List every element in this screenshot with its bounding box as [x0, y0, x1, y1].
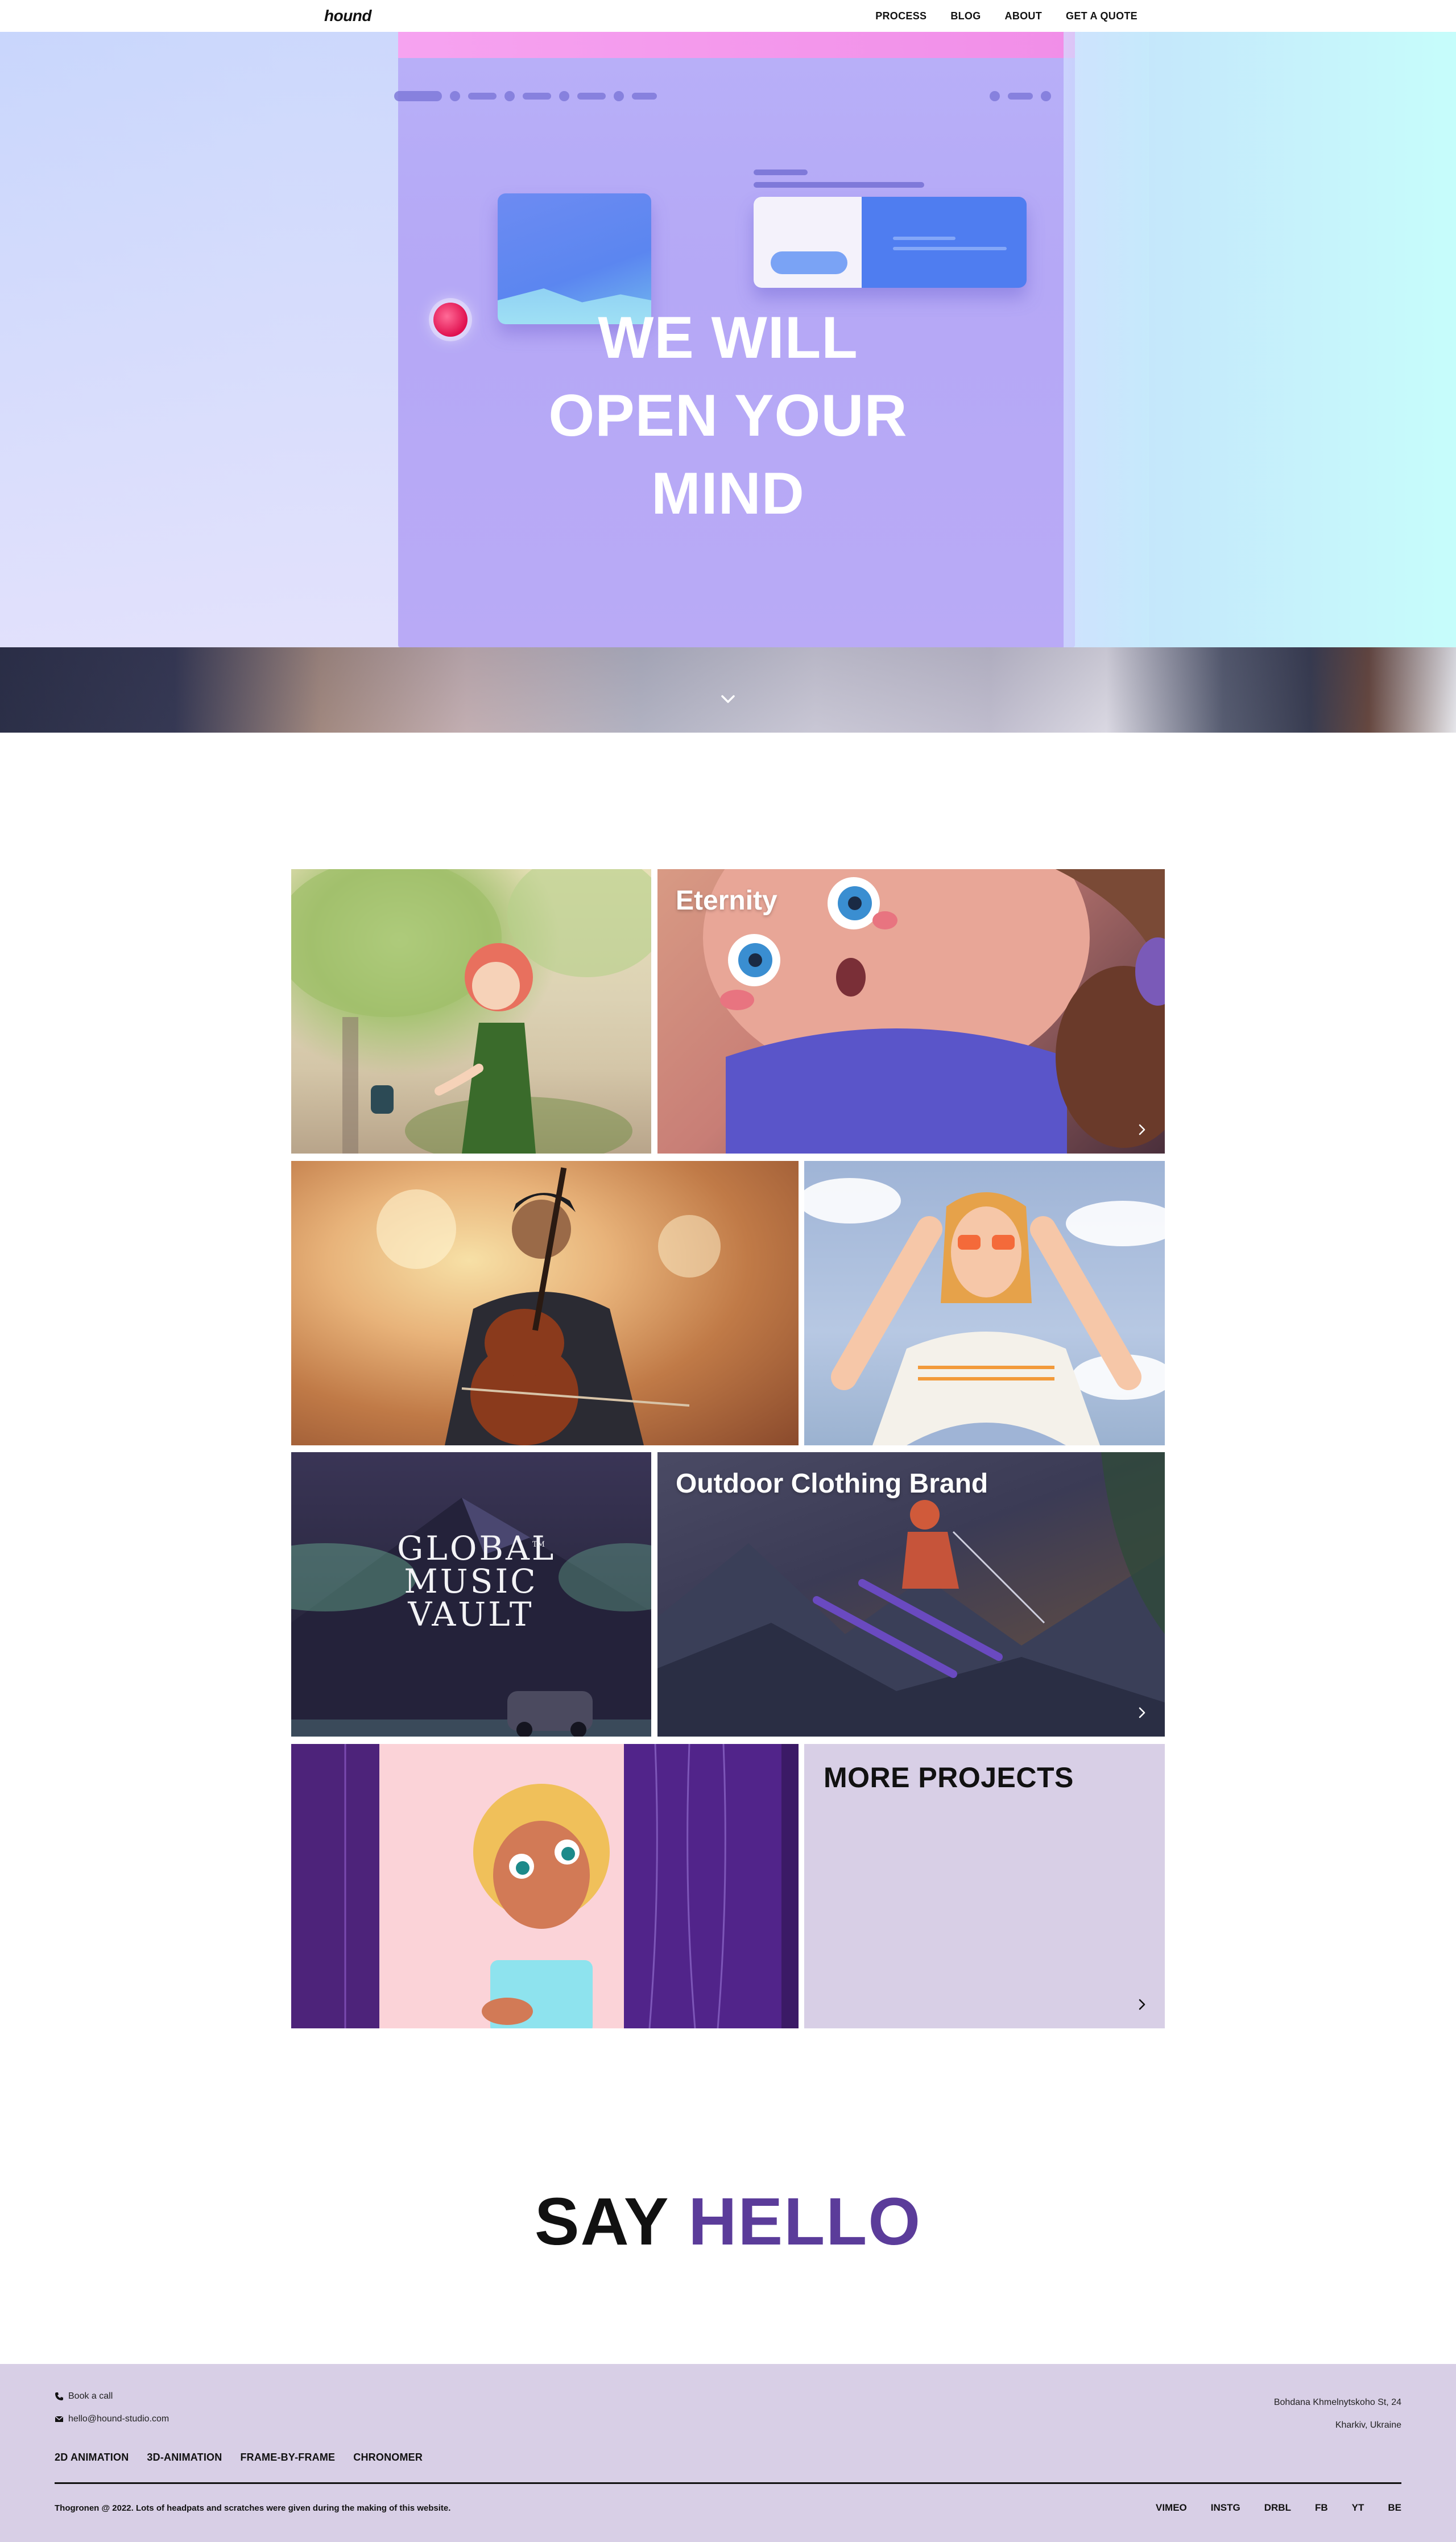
service-link-chronomer[interactable]: CHRONOMER — [353, 2452, 423, 2464]
chevron-right-icon[interactable] — [1135, 1706, 1149, 1720]
footer-copyright: Thogronen @ 2022. Lots of headpats and s… — [55, 2503, 451, 2513]
global-music-vault-logo: GLOBAL MUSIC VAULT TM — [397, 1529, 556, 1634]
hero-video-strip — [0, 647, 1456, 733]
project-title: Eternity — [676, 886, 777, 916]
hero-machine-top — [398, 32, 1075, 58]
project-tile-outdoor-clothing-brand[interactable]: Outdoor Clothing Brand — [657, 1452, 1165, 1737]
hero-ui-pills-left — [394, 91, 657, 101]
book-a-call-link[interactable]: Book a call — [55, 2391, 169, 2402]
logo[interactable]: hound — [324, 7, 372, 25]
social-link-youtube[interactable]: YT — [1352, 2502, 1364, 2514]
say-hello-heading[interactable]: SAY HELLO — [0, 2183, 1456, 2260]
project-tile[interactable] — [291, 1161, 799, 1445]
project-tile-eternity[interactable]: Eternity — [657, 869, 1165, 1154]
nav-link-process[interactable]: PROCESS — [875, 10, 926, 22]
hero-title: WE WILL OPEN YOUR MIND — [548, 305, 908, 527]
nav-link-about[interactable]: ABOUT — [1005, 10, 1043, 22]
chevron-right-icon[interactable] — [1135, 1998, 1149, 2011]
nav-links: PROCESS BLOG ABOUT GET A QUOTE — [875, 10, 1138, 22]
nav-link-get-a-quote[interactable]: GET A QUOTE — [1066, 10, 1138, 22]
project-thumbnail — [804, 1178, 1165, 1445]
social-link-facebook[interactable]: FB — [1315, 2502, 1328, 2514]
envelope-icon — [55, 2416, 64, 2422]
nav-link-blog[interactable]: BLOG — [950, 10, 981, 22]
top-nav: hound PROCESS BLOG ABOUT GET A QUOTE — [0, 0, 1456, 32]
hero-machine-side — [1064, 32, 1149, 647]
footer-contact: Book a call hello@hound-studio.com — [55, 2391, 169, 2437]
chevron-down-icon[interactable] — [719, 691, 737, 708]
project-thumbnail — [291, 1744, 799, 2028]
phone-icon — [55, 2392, 63, 2400]
hero-section: WE WILL OPEN YOUR MIND — [0, 32, 1456, 647]
hero-ui-pills-right — [990, 91, 1051, 101]
hero-ui-bar — [754, 182, 924, 188]
more-projects-tile[interactable]: MORE PROJECTS — [804, 1744, 1165, 2028]
hero-form-card — [754, 197, 1027, 288]
project-title: Outdoor Clothing Brand — [676, 1469, 988, 1499]
footer-address: Bohdana Khmelnytskoho St, 24 Kharkiv, Uk… — [1273, 2398, 1401, 2430]
project-tile-global-music-vault[interactable]: GLOBAL MUSIC VAULT TM — [291, 1452, 651, 1737]
social-link-instagram[interactable]: INSTG — [1211, 2502, 1240, 2514]
hero-ui-bar — [754, 170, 808, 175]
footer-divider — [55, 2482, 1401, 2484]
project-thumbnail — [377, 1167, 721, 1445]
social-link-dribbble[interactable]: DRBL — [1264, 2502, 1291, 2514]
service-link-3d-animation[interactable]: 3D-ANIMATION — [147, 2452, 222, 2464]
service-link-frame-by-frame[interactable]: FRAME-BY-FRAME — [240, 2452, 335, 2464]
project-tile[interactable] — [291, 869, 651, 1154]
social-link-behance[interactable]: BE — [1388, 2502, 1401, 2514]
footer-services: 2D ANIMATION 3D-ANIMATION FRAME-BY-FRAME… — [55, 2452, 423, 2464]
email-link[interactable]: hello@hound-studio.com — [55, 2414, 169, 2424]
more-projects-title: MORE PROJECTS — [824, 1762, 1074, 1793]
project-tile[interactable] — [804, 1161, 1165, 1445]
chevron-right-icon[interactable] — [1135, 1123, 1149, 1136]
service-link-2d-animation[interactable]: 2D ANIMATION — [55, 2452, 129, 2464]
project-tile[interactable] — [291, 1744, 799, 2028]
footer: Book a call hello@hound-studio.com Bohda… — [0, 2364, 1456, 2542]
hero-background-left — [0, 32, 398, 647]
social-link-vimeo[interactable]: VIMEO — [1156, 2502, 1187, 2514]
footer-social-links: VIMEO INSTG DRBL FB YT BE — [1156, 2502, 1401, 2514]
project-thumbnail — [291, 869, 651, 1154]
